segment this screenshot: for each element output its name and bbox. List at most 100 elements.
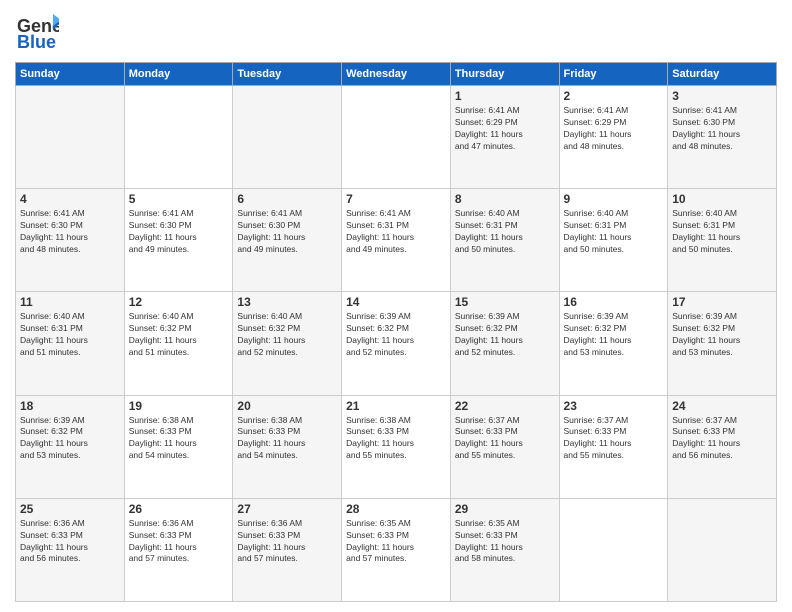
- day-cell: [16, 86, 125, 189]
- week-row-2: 4 Sunrise: 6:41 AM Sunset: 6:30 PM Daylig…: [16, 189, 777, 292]
- day-info: Sunrise: 6:40 AM Sunset: 6:31 PM Dayligh…: [564, 208, 664, 256]
- day-cell: 2 Sunrise: 6:41 AM Sunset: 6:29 PM Daylig…: [559, 86, 668, 189]
- week-row-1: 1 Sunrise: 6:41 AM Sunset: 6:29 PM Daylig…: [16, 86, 777, 189]
- day-cell: 27Sunrise: 6:36 AM Sunset: 6:33 PM Dayli…: [233, 498, 342, 601]
- day-number: 2: [564, 89, 664, 103]
- col-header-monday: Monday: [124, 63, 233, 86]
- day-cell: 10 Sunrise: 6:40 AM Sunset: 6:31 PM Dayli…: [668, 189, 777, 292]
- col-header-thursday: Thursday: [450, 63, 559, 86]
- day-cell: 6 Sunrise: 6:41 AM Sunset: 6:30 PM Daylig…: [233, 189, 342, 292]
- logo: General Blue: [15, 10, 59, 54]
- day-number: 17: [672, 295, 772, 309]
- day-number: 16: [564, 295, 664, 309]
- day-number: 9: [564, 192, 664, 206]
- day-cell: 22 Sunrise: 6:37 AM Sunset: 6:33 PM Dayli…: [450, 395, 559, 498]
- day-info: Sunrise: 6:37 AM Sunset: 6:33 PM Dayligh…: [455, 415, 555, 463]
- day-info: Sunrise: 6:38 AM Sunset: 6:33 PM Dayligh…: [346, 415, 446, 463]
- day-info: Sunrise: 6:36 AM Sunset: 6:33 PM Dayligh…: [129, 518, 229, 566]
- day-cell: 3 Sunrise: 6:41 AM Sunset: 6:30 PM Daylig…: [668, 86, 777, 189]
- day-cell: 29 Sunrise: 6:35 AM Sunset: 6:33 PM Dayli…: [450, 498, 559, 601]
- day-info: Sunrise: 6:36 AM Sunset: 6:33 PM Dayligh…: [20, 518, 120, 566]
- day-info: Sunrise: 6:41 AM Sunset: 6:30 PM Dayligh…: [672, 105, 772, 153]
- page: General Blue SundayMondayTuesdayWednesda…: [0, 0, 792, 612]
- day-info: Sunrise: 6:38 AM Sunset: 6:33 PM Dayligh…: [129, 415, 229, 463]
- day-info: Sunrise: 6:39 AM Sunset: 6:32 PM Dayligh…: [20, 415, 120, 463]
- day-number: 1: [455, 89, 555, 103]
- day-cell: 21 Sunrise: 6:38 AM Sunset: 6:33 PM Dayli…: [342, 395, 451, 498]
- day-info: Sunrise: 6:41 AM Sunset: 6:30 PM Dayligh…: [129, 208, 229, 256]
- day-cell: [668, 498, 777, 601]
- day-info: Sunrise: 6:41 AM Sunset: 6:29 PM Dayligh…: [455, 105, 555, 153]
- day-cell: 25Sunrise: 6:36 AM Sunset: 6:33 PM Dayli…: [16, 498, 125, 601]
- day-cell: 16 Sunrise: 6:39 AM Sunset: 6:32 PM Dayli…: [559, 292, 668, 395]
- day-number: 19: [129, 399, 229, 413]
- day-info: Sunrise: 6:40 AM Sunset: 6:32 PM Dayligh…: [237, 311, 337, 359]
- day-cell: 18 Sunrise: 6:39 AM Sunset: 6:32 PM Dayli…: [16, 395, 125, 498]
- day-cell: 28 Sunrise: 6:35 AM Sunset: 6:33 PM Dayli…: [342, 498, 451, 601]
- day-number: 10: [672, 192, 772, 206]
- day-cell: 19 Sunrise: 6:38 AM Sunset: 6:33 PM Dayli…: [124, 395, 233, 498]
- day-number: 15: [455, 295, 555, 309]
- day-number: 4: [20, 192, 120, 206]
- day-info: Sunrise: 6:40 AM Sunset: 6:31 PM Dayligh…: [455, 208, 555, 256]
- header-row: SundayMondayTuesdayWednesdayThursdayFrid…: [16, 63, 777, 86]
- day-number: 7: [346, 192, 446, 206]
- day-cell: 13Sunrise: 6:40 AM Sunset: 6:32 PM Dayli…: [233, 292, 342, 395]
- col-header-tuesday: Tuesday: [233, 63, 342, 86]
- day-cell: 8Sunrise: 6:40 AM Sunset: 6:31 PM Daylig…: [450, 189, 559, 292]
- day-info: Sunrise: 6:41 AM Sunset: 6:30 PM Dayligh…: [237, 208, 337, 256]
- day-cell: 17Sunrise: 6:39 AM Sunset: 6:32 PM Dayli…: [668, 292, 777, 395]
- day-cell: 4 Sunrise: 6:41 AM Sunset: 6:30 PM Daylig…: [16, 189, 125, 292]
- day-cell: 12Sunrise: 6:40 AM Sunset: 6:32 PM Dayli…: [124, 292, 233, 395]
- header: General Blue: [15, 10, 777, 54]
- day-cell: 15 Sunrise: 6:39 AM Sunset: 6:32 PM Dayli…: [450, 292, 559, 395]
- day-info: Sunrise: 6:40 AM Sunset: 6:31 PM Dayligh…: [672, 208, 772, 256]
- day-info: Sunrise: 6:41 AM Sunset: 6:30 PM Dayligh…: [20, 208, 120, 256]
- day-info: Sunrise: 6:35 AM Sunset: 6:33 PM Dayligh…: [455, 518, 555, 566]
- day-info: Sunrise: 6:39 AM Sunset: 6:32 PM Dayligh…: [564, 311, 664, 359]
- logo-icon: General Blue: [15, 10, 59, 54]
- col-header-sunday: Sunday: [16, 63, 125, 86]
- day-number: 23: [564, 399, 664, 413]
- day-cell: 14Sunrise: 6:39 AM Sunset: 6:32 PM Dayli…: [342, 292, 451, 395]
- day-info: Sunrise: 6:39 AM Sunset: 6:32 PM Dayligh…: [455, 311, 555, 359]
- day-cell: [233, 86, 342, 189]
- day-number: 20: [237, 399, 337, 413]
- day-number: 21: [346, 399, 446, 413]
- calendar-table: SundayMondayTuesdayWednesdayThursdayFrid…: [15, 62, 777, 602]
- day-info: Sunrise: 6:36 AM Sunset: 6:33 PM Dayligh…: [237, 518, 337, 566]
- day-number: 6: [237, 192, 337, 206]
- day-cell: 20Sunrise: 6:38 AM Sunset: 6:33 PM Dayli…: [233, 395, 342, 498]
- day-info: Sunrise: 6:39 AM Sunset: 6:32 PM Dayligh…: [346, 311, 446, 359]
- day-cell: [124, 86, 233, 189]
- week-row-4: 18 Sunrise: 6:39 AM Sunset: 6:32 PM Dayli…: [16, 395, 777, 498]
- col-header-wednesday: Wednesday: [342, 63, 451, 86]
- day-number: 29: [455, 502, 555, 516]
- day-info: Sunrise: 6:40 AM Sunset: 6:31 PM Dayligh…: [20, 311, 120, 359]
- day-number: 3: [672, 89, 772, 103]
- day-number: 11: [20, 295, 120, 309]
- day-number: 28: [346, 502, 446, 516]
- day-cell: 24 Sunrise: 6:37 AM Sunset: 6:33 PM Dayli…: [668, 395, 777, 498]
- day-number: 22: [455, 399, 555, 413]
- day-info: Sunrise: 6:35 AM Sunset: 6:33 PM Dayligh…: [346, 518, 446, 566]
- day-cell: [559, 498, 668, 601]
- day-cell: 23 Sunrise: 6:37 AM Sunset: 6:33 PM Dayli…: [559, 395, 668, 498]
- day-number: 5: [129, 192, 229, 206]
- day-cell: 11 Sunrise: 6:40 AM Sunset: 6:31 PM Dayli…: [16, 292, 125, 395]
- day-info: Sunrise: 6:37 AM Sunset: 6:33 PM Dayligh…: [672, 415, 772, 463]
- col-header-friday: Friday: [559, 63, 668, 86]
- day-cell: 9 Sunrise: 6:40 AM Sunset: 6:31 PM Daylig…: [559, 189, 668, 292]
- week-row-3: 11 Sunrise: 6:40 AM Sunset: 6:31 PM Dayli…: [16, 292, 777, 395]
- day-info: Sunrise: 6:37 AM Sunset: 6:33 PM Dayligh…: [564, 415, 664, 463]
- day-cell: 5 Sunrise: 6:41 AM Sunset: 6:30 PM Daylig…: [124, 189, 233, 292]
- day-cell: 1 Sunrise: 6:41 AM Sunset: 6:29 PM Daylig…: [450, 86, 559, 189]
- week-row-5: 25Sunrise: 6:36 AM Sunset: 6:33 PM Dayli…: [16, 498, 777, 601]
- day-number: 24: [672, 399, 772, 413]
- day-number: 18: [20, 399, 120, 413]
- col-header-saturday: Saturday: [668, 63, 777, 86]
- day-info: Sunrise: 6:41 AM Sunset: 6:29 PM Dayligh…: [564, 105, 664, 153]
- day-cell: 7Sunrise: 6:41 AM Sunset: 6:31 PM Daylig…: [342, 189, 451, 292]
- svg-text:Blue: Blue: [17, 32, 56, 52]
- day-cell: 26Sunrise: 6:36 AM Sunset: 6:33 PM Dayli…: [124, 498, 233, 601]
